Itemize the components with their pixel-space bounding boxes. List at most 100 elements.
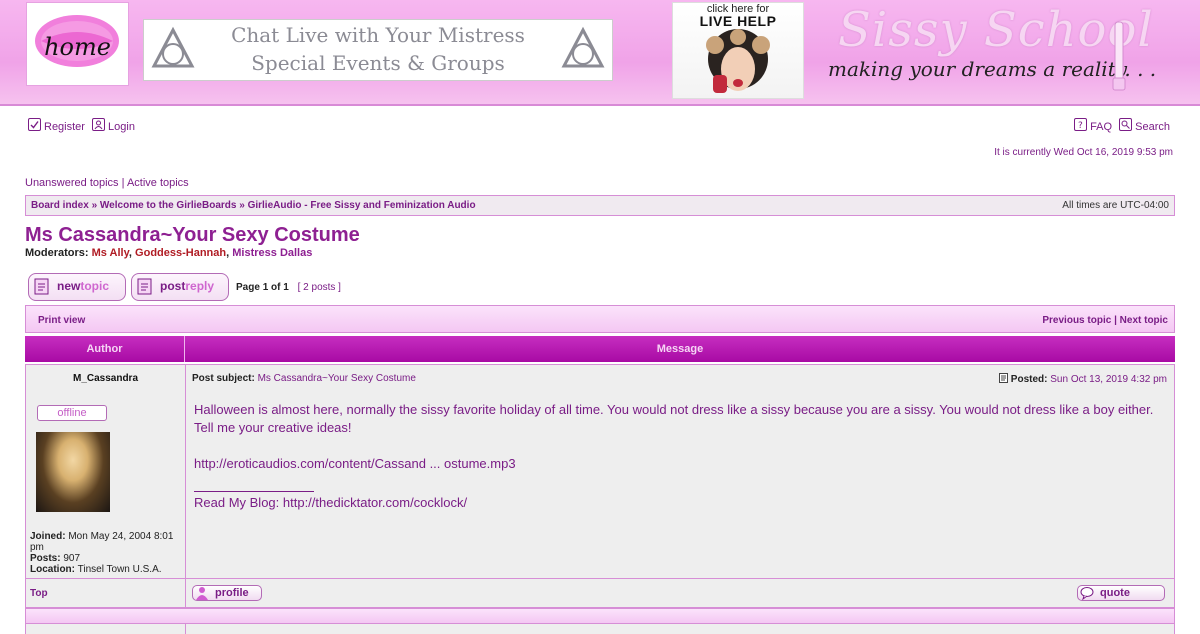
page-total: 1 (283, 282, 289, 293)
signature-label: Read My Blog: (194, 495, 280, 510)
new-topic-label-a: new (57, 279, 81, 293)
active-topics-link[interactable]: Active topics (127, 177, 189, 189)
moderator-link[interactable]: Ms Ally (92, 247, 129, 259)
svg-text:?: ? (1078, 121, 1083, 130)
live-help-banner[interactable]: click here for LIVE HELP (672, 2, 804, 99)
current-time: It is currently Wed Oct 16, 2019 9:53 pm (994, 147, 1173, 158)
breadcrumb-separator: » (239, 200, 245, 211)
woman-phone-image (706, 29, 770, 93)
live-help-line2: LIVE HELP (699, 13, 777, 29)
location-label: Location: (30, 564, 75, 575)
quick-links: Unanswered topics | Active topics (25, 177, 189, 189)
chat-banner-line1: Chat Live with Your Mistress (231, 23, 525, 47)
print-view-link[interactable]: Print view (38, 315, 85, 326)
post-body-row: offline Joined: Mon May 24, 2004 8:01 pm… (25, 392, 1175, 579)
notepad-icon (34, 278, 49, 295)
topic-nav-separator: | (1114, 315, 1117, 326)
breadcrumb-separator: » (91, 200, 98, 211)
avatar (36, 432, 110, 512)
quicklinks-separator: | (121, 177, 125, 189)
table-header: Author Message (25, 336, 1175, 362)
top-nav: Register Login ? FAQ Search (28, 118, 1174, 136)
author-meta: Joined: Mon May 24, 2004 8:01 pm Posts: … (30, 531, 182, 575)
site-title: Sissy School (838, 2, 1154, 58)
search-link[interactable]: Search (1119, 118, 1170, 133)
home-logo-link[interactable]: home (26, 2, 129, 86)
back-to-top-link[interactable]: Top (30, 588, 48, 599)
post-author-name: M_Cassandra (72, 373, 139, 384)
breadcrumb-welcome[interactable]: Welcome to the GirlieBoards (100, 200, 237, 211)
user-icon (196, 587, 208, 600)
login-label: Login (108, 121, 135, 133)
search-icon (1119, 118, 1133, 131)
post-date-value: Sun Oct 13, 2019 4:32 pm (1050, 374, 1167, 385)
moderators-line: Moderators: Ms Ally, Goddess-Hannah, Mis… (25, 247, 313, 259)
offline-status-badge: offline (37, 405, 107, 421)
quote-label: quote (1100, 587, 1130, 599)
new-topic-label-b: topic (80, 279, 110, 293)
moderators-label: Moderators: (25, 247, 89, 259)
post-spacer-row (25, 608, 1175, 624)
timezone-note: All times are UTC-04:00 (1062, 200, 1169, 211)
new-topic-button[interactable]: newtopic (28, 273, 126, 301)
profile-button[interactable]: profile (192, 585, 262, 601)
login-link[interactable]: Login (92, 118, 135, 133)
faq-label: FAQ (1090, 121, 1113, 133)
header-banner: home Chat Live with Your Mistress Specia… (0, 0, 1200, 106)
lipstick-icon (1112, 21, 1126, 91)
register-icon (28, 118, 41, 131)
post-date-label: Posted: (1010, 374, 1048, 385)
page-current: 1 (262, 282, 269, 293)
post-count: [ 2 posts ] (297, 282, 341, 293)
login-icon (92, 118, 106, 131)
site-tagline: making your dreams a reality. . . (828, 57, 1157, 81)
post-subject: Post subject: Ms Cassandra~Your Sexy Cos… (192, 373, 416, 384)
chat-banner-line2: Special Events & Groups (251, 51, 505, 75)
post-date: Posted: Sun Oct 13, 2019 4:32 pm (999, 373, 1167, 385)
moderator-link[interactable]: Goddess-Hannah (135, 247, 226, 259)
audio-link[interactable]: http://eroticaudios.com/content/Cassand … (194, 456, 516, 471)
post-footer-row: Top profile quote (25, 579, 1175, 608)
post-content: Halloween is almost here, normally the s… (194, 401, 1154, 512)
breadcrumb-board-index[interactable]: Board index (31, 200, 89, 211)
previous-topic-link[interactable]: Previous topic (1042, 315, 1111, 326)
post-reply-label-a: post (160, 279, 186, 293)
celtic-knot-icon (561, 26, 605, 68)
faq-link[interactable]: ? FAQ (1074, 118, 1115, 133)
unanswered-topics-link[interactable]: Unanswered topics (25, 177, 119, 189)
topic-title[interactable]: Ms Cassandra~Your Sexy Costume (25, 224, 360, 247)
speech-bubble-icon (1080, 587, 1094, 600)
next-post-row (25, 624, 1175, 634)
post-header-row: M_Cassandra Post subject: Ms Cassandra~Y… (25, 364, 1175, 393)
post-reply-button[interactable]: postreply (131, 273, 229, 301)
posts-label: Posts: (30, 553, 61, 564)
breadcrumb: Board index » Welcome to the GirlieBoard… (25, 195, 1175, 216)
chat-live-banner[interactable]: Chat Live with Your Mistress Special Eve… (143, 19, 613, 81)
joined-label: Joined: (30, 531, 66, 542)
blog-link[interactable]: http://thedicktator.com/cocklock/ (283, 495, 467, 510)
moderator-link[interactable]: Mistress Dallas (232, 247, 312, 259)
register-link[interactable]: Register (28, 118, 88, 133)
column-author: Author (86, 343, 123, 355)
post-subject-label: Post subject: (192, 373, 255, 384)
notepad-icon (137, 278, 152, 295)
quote-button[interactable]: quote (1077, 585, 1165, 601)
posts-value: 907 (63, 553, 81, 564)
search-label: Search (1135, 121, 1170, 133)
column-message: Message (656, 343, 704, 355)
page-label: Page (236, 282, 260, 293)
print-view-row: Print view Previous topic | Next topic (25, 305, 1175, 333)
profile-label: profile (215, 587, 249, 599)
breadcrumb-girlieaudio[interactable]: GirlieAudio - Free Sissy and Feminizatio… (248, 200, 476, 211)
faq-icon: ? (1074, 118, 1088, 131)
post-body-text: Halloween is almost here, normally the s… (194, 402, 1154, 435)
post-subject-link[interactable]: Ms Cassandra~Your Sexy Costume (258, 373, 416, 384)
post-icon (999, 373, 1009, 383)
signature-divider (194, 491, 314, 492)
next-topic-link[interactable]: Next topic (1120, 315, 1168, 326)
page-of: of (271, 282, 281, 293)
location-value: Tinsel Town U.S.A. (77, 564, 162, 575)
pagination: Page 1 of 1 [ 2 posts ] (236, 282, 341, 293)
register-label: Register (44, 121, 85, 133)
home-label: home (44, 33, 111, 61)
